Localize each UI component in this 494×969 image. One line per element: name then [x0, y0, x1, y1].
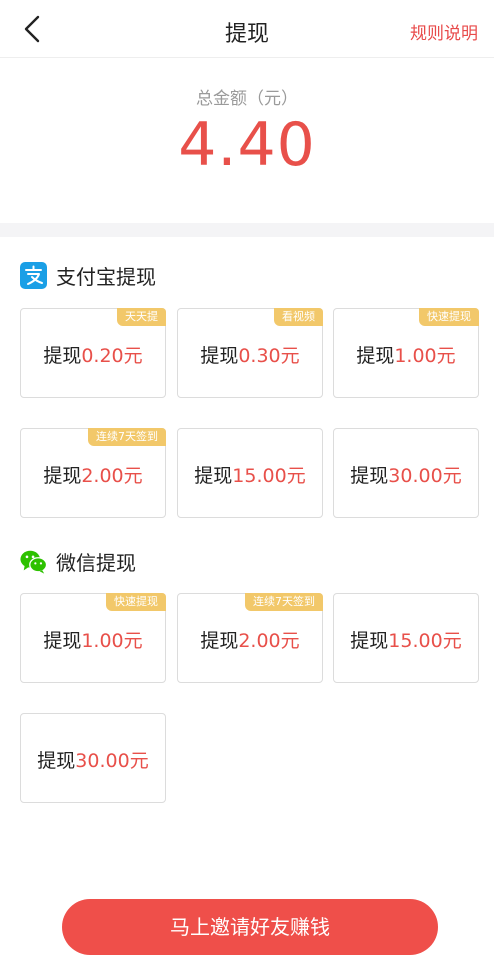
card-prefix: 提现 — [200, 630, 239, 652]
balance-panel: 总金额（元） 4.40 — [0, 58, 494, 223]
alipay-option-card[interactable]: 提现15.00元 — [177, 428, 323, 518]
card-amount: 1.00元 — [81, 630, 143, 652]
wechat-option-card[interactable]: 连续7天签到 提现2.00元 — [177, 593, 323, 683]
card-text: 提现30.00元 — [334, 461, 478, 488]
card-amount: 0.20元 — [81, 345, 143, 367]
section-divider — [0, 223, 494, 237]
alipay-option-card[interactable]: 连续7天签到 提现2.00元 — [20, 428, 166, 518]
card-amount: 1.00元 — [394, 345, 456, 367]
card-prefix: 提现 — [194, 465, 233, 487]
wechat-section-title: 微信提现 — [20, 545, 136, 577]
card-prefix: 提现 — [37, 750, 76, 772]
alipay-option-card[interactable]: 看视频 提现0.30元 — [177, 308, 323, 398]
card-prefix: 提现 — [350, 630, 389, 652]
alipay-option-card[interactable]: 快速提现 提现1.00元 — [333, 308, 479, 398]
card-tag: 快速提现 — [106, 593, 166, 611]
card-text: 提现2.00元 — [178, 626, 322, 653]
card-prefix: 提现 — [356, 345, 395, 367]
card-amount: 15.00元 — [232, 465, 306, 487]
card-text: 提现1.00元 — [334, 341, 478, 368]
wechat-option-card[interactable]: 快速提现 提现1.00元 — [20, 593, 166, 683]
card-prefix: 提现 — [200, 345, 239, 367]
invite-friends-button[interactable]: 马上邀请好友赚钱 — [62, 899, 438, 955]
card-amount: 15.00元 — [388, 630, 462, 652]
card-amount: 2.00元 — [81, 465, 143, 487]
alipay-section-label: 支付宝提现 — [56, 264, 156, 289]
card-prefix: 提现 — [43, 345, 82, 367]
card-prefix: 提现 — [43, 465, 82, 487]
card-prefix: 提现 — [43, 630, 82, 652]
card-text: 提现2.00元 — [21, 461, 165, 488]
wechat-option-card[interactable]: 提现30.00元 — [20, 713, 166, 803]
balance-label: 总金额（元） — [196, 89, 298, 109]
header-bar: 提现 规则说明 — [0, 0, 494, 58]
card-amount: 30.00元 — [388, 465, 462, 487]
card-tag: 天天提 — [117, 308, 166, 326]
card-amount: 0.30元 — [238, 345, 300, 367]
card-amount: 30.00元 — [75, 750, 149, 772]
alipay-section-title: 支付宝提现 — [20, 259, 156, 291]
card-text: 提现0.20元 — [21, 341, 165, 368]
card-text: 提现15.00元 — [334, 626, 478, 653]
wechat-icon — [20, 548, 47, 575]
card-text: 提现15.00元 — [178, 461, 322, 488]
card-prefix: 提现 — [350, 465, 389, 487]
alipay-icon — [20, 261, 47, 289]
alipay-option-card[interactable]: 提现30.00元 — [333, 428, 479, 518]
wechat-option-card[interactable]: 提现15.00元 — [333, 593, 479, 683]
alipay-option-card[interactable]: 天天提 提现0.20元 — [20, 308, 166, 398]
wechat-section-label: 微信提现 — [56, 550, 136, 575]
card-tag: 连续7天签到 — [245, 593, 323, 611]
card-text: 提现1.00元 — [21, 626, 165, 653]
card-tag: 连续7天签到 — [88, 428, 166, 446]
rules-link[interactable]: 规则说明 — [410, 19, 478, 44]
card-amount: 2.00元 — [238, 630, 300, 652]
card-text: 提现0.30元 — [178, 341, 322, 368]
card-tag: 快速提现 — [419, 308, 479, 326]
balance-amount: 4.40 — [178, 110, 316, 180]
card-tag: 看视频 — [274, 308, 323, 326]
card-text: 提现30.00元 — [21, 746, 165, 773]
